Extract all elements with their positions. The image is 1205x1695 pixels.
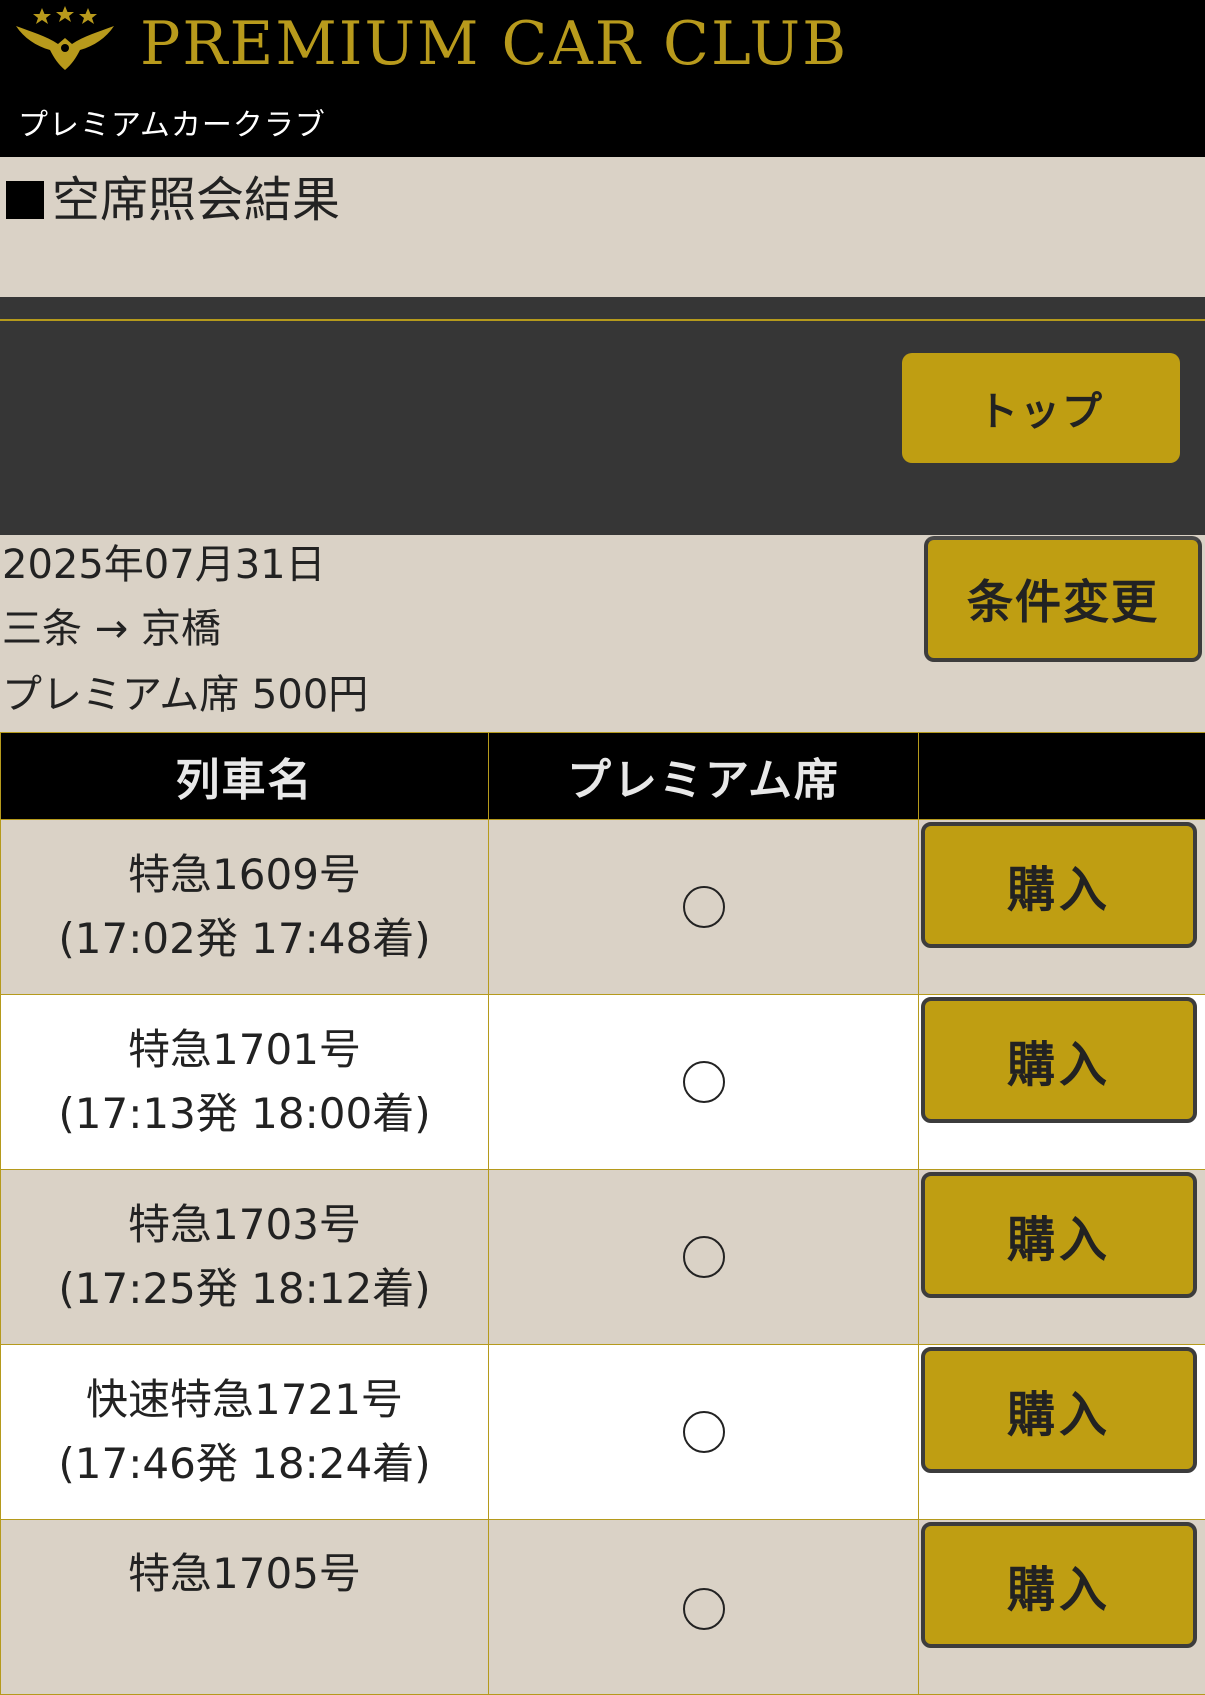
site-header: PREMIUM CAR CLUB プレミアムカークラブ <box>0 0 1205 157</box>
brand-name: PREMIUM CAR CLUB <box>140 6 848 82</box>
train-times: (17:02発 17:48着) <box>1 907 488 971</box>
header-action <box>919 733 1205 820</box>
table-row: 特急1609号 (17:02発 17:48着) 購入 <box>1 820 1205 995</box>
table-row: 快速特急1721号 (17:46発 18:24着) 購入 <box>1 1345 1205 1520</box>
header-train-name: 列車名 <box>1 733 489 820</box>
availability-cell <box>489 995 919 1170</box>
search-date: 2025年07月31日 <box>2 535 326 595</box>
change-conditions-button[interactable]: 条件変更 <box>924 536 1202 662</box>
table-row: 特急1705号 購入 <box>1 1520 1205 1695</box>
buy-cell: 購入 <box>919 820 1205 995</box>
top-button[interactable]: トップ <box>902 353 1180 463</box>
header-premium-seat: プレミアム席 <box>489 733 919 820</box>
available-circle-icon <box>683 886 725 928</box>
page-title: 空席照会結果 <box>52 165 340 235</box>
train-times: (17:46発 18:24着) <box>1 1432 488 1496</box>
buy-button[interactable]: 購入 <box>921 997 1197 1123</box>
available-circle-icon <box>683 1236 725 1278</box>
available-circle-icon <box>683 1411 725 1453</box>
train-cell: 特急1705号 <box>1 1520 489 1695</box>
buy-button[interactable]: 購入 <box>921 822 1197 948</box>
train-times: (17:13発 18:00着) <box>1 1082 488 1146</box>
buy-button[interactable]: 購入 <box>921 1347 1197 1473</box>
train-cell: 特急1701号 (17:13発 18:00着) <box>1 995 489 1170</box>
buy-button[interactable]: 購入 <box>921 1172 1197 1298</box>
divider <box>0 319 1205 321</box>
availability-cell <box>489 820 919 995</box>
buy-cell: 購入 <box>919 1170 1205 1345</box>
availability-cell <box>489 1345 919 1520</box>
brand-name-kana: プレミアムカークラブ <box>18 104 326 148</box>
availability-cell <box>489 1520 919 1695</box>
buy-cell: 購入 <box>919 1345 1205 1520</box>
search-conditions: 2025年07月31日 三条 → 京橋 プレミアム席 500円 条件変更 <box>0 535 1205 732</box>
buy-button[interactable]: 購入 <box>921 1522 1197 1648</box>
table-header-row: 列車名 プレミアム席 <box>1 733 1205 820</box>
title-area: 空席照会結果 <box>0 157 1205 297</box>
train-times: (17:25発 18:12着) <box>1 1257 488 1321</box>
nav-bar: トップ <box>0 297 1205 535</box>
seat-class-price: プレミアム席 500円 <box>2 665 368 725</box>
availability-table: 列車名 プレミアム席 特急1609号 (17:02発 17:48着) 購入 特急… <box>0 732 1205 1695</box>
train-cell: 快速特急1721号 (17:46発 18:24着) <box>1 1345 489 1520</box>
search-route: 三条 → 京橋 <box>2 599 221 659</box>
buy-cell: 購入 <box>919 995 1205 1170</box>
train-name: 特急1703号 <box>1 1193 488 1257</box>
train-name: 特急1701号 <box>1 1018 488 1082</box>
available-circle-icon <box>683 1588 725 1630</box>
train-cell: 特急1609号 (17:02発 17:48着) <box>1 820 489 995</box>
buy-cell: 購入 <box>919 1520 1205 1695</box>
eagle-logo-icon <box>14 4 116 74</box>
train-name: 特急1609号 <box>1 843 488 907</box>
table-row: 特急1703号 (17:25発 18:12着) 購入 <box>1 1170 1205 1345</box>
table-row: 特急1701号 (17:13発 18:00着) 購入 <box>1 995 1205 1170</box>
train-name: 快速特急1721号 <box>1 1368 488 1432</box>
train-name: 特急1705号 <box>1 1542 488 1606</box>
availability-cell <box>489 1170 919 1345</box>
title-square-icon <box>6 181 44 219</box>
train-cell: 特急1703号 (17:25発 18:12着) <box>1 1170 489 1345</box>
available-circle-icon <box>683 1061 725 1103</box>
